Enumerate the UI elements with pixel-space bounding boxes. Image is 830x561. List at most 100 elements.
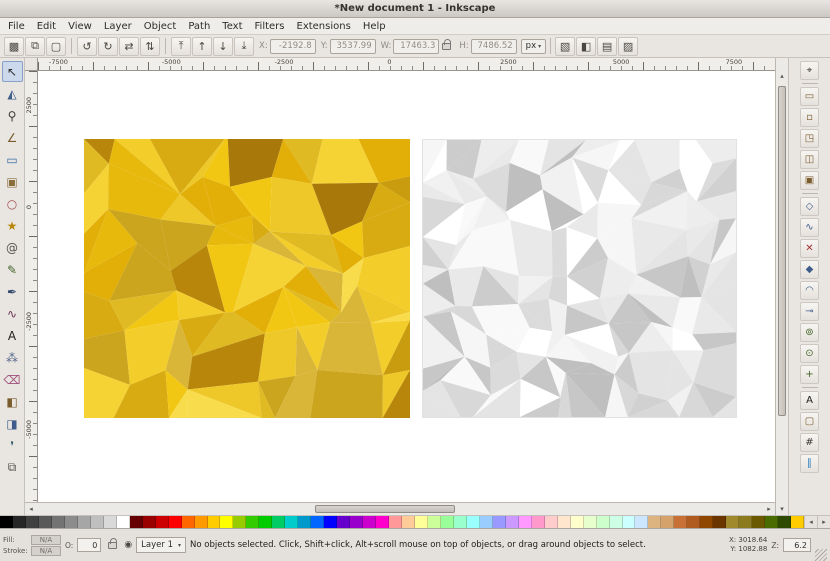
layer-visibility-icon[interactable]: ◉ (124, 540, 132, 550)
transform-gradients-toggle[interactable]: ▤ (597, 36, 618, 56)
lock-ratio-icon[interactable] (442, 38, 452, 50)
zoom-tool[interactable]: ⚲ (2, 105, 23, 126)
palette-swatch[interactable] (246, 516, 260, 528)
snap-text-baseline-button[interactable]: A (800, 391, 819, 410)
units-dropdown[interactable]: px ▾ (520, 38, 547, 54)
snap-enable-button[interactable]: ⌖ (800, 61, 819, 80)
palette-swatch[interactable] (51, 516, 65, 528)
palette-swatch[interactable] (415, 516, 428, 528)
scroll-left-icon[interactable]: ◂ (25, 505, 37, 513)
layer-lock-icon[interactable] (108, 537, 118, 549)
palette-swatch[interactable] (752, 516, 766, 528)
menu-view[interactable]: View (62, 20, 98, 33)
menu-edit[interactable]: Edit (31, 20, 62, 33)
raise-to-top-button[interactable]: ⤒ (171, 36, 191, 56)
palette-swatch[interactable] (505, 516, 519, 528)
palette-swatch[interactable] (116, 516, 130, 528)
white-lowpoly-image[interactable] (422, 139, 737, 418)
box-3d-tool[interactable]: ▣ (2, 171, 23, 192)
snap-bbox-button[interactable]: ▭ (800, 87, 819, 106)
palette-swatch[interactable] (233, 516, 247, 528)
height-field[interactable]: 7486.52 (470, 38, 517, 54)
scroll-up-icon[interactable]: ▴ (776, 72, 788, 80)
palette-swatch[interactable] (544, 516, 558, 528)
x-field[interactable]: -2192.8 (269, 38, 316, 54)
rotate-cw-button[interactable]: ↻ (98, 36, 118, 56)
palette-swatch[interactable] (557, 516, 571, 528)
palette-swatch[interactable] (25, 516, 39, 528)
palette-swatch[interactable] (389, 516, 403, 528)
connector-tool[interactable]: ⧉ (2, 457, 23, 478)
palette-scroll-right-icon[interactable]: ▸ (817, 516, 830, 528)
palette-swatch[interactable] (570, 516, 584, 528)
palette-swatch[interactable] (661, 516, 675, 528)
palette-swatch[interactable] (220, 516, 234, 528)
palette-swatch[interactable] (518, 516, 532, 528)
palette-swatch[interactable] (440, 516, 454, 528)
gradient-tool[interactable]: ◨ (2, 413, 23, 434)
palette-swatch[interactable] (596, 516, 610, 528)
scroll-right-icon[interactable]: ▸ (763, 505, 775, 513)
fill-value[interactable]: N/A (31, 534, 61, 545)
node-tool[interactable]: ◭ (2, 83, 23, 104)
snap-guides-button[interactable]: ∥ (800, 454, 819, 473)
stroke-value[interactable]: N/A (31, 545, 61, 556)
palette-swatch[interactable] (64, 516, 78, 528)
rectangle-tool[interactable]: ▭ (2, 149, 23, 170)
palette-swatch[interactable] (765, 516, 779, 528)
palette-swatch[interactable] (285, 516, 299, 528)
palette-swatch[interactable] (492, 516, 506, 528)
spiral-tool[interactable]: @ (2, 237, 23, 258)
palette-swatch[interactable] (531, 516, 545, 528)
vertical-scroll-thumb[interactable] (778, 86, 786, 416)
palette-swatch[interactable] (337, 516, 351, 528)
palette-swatch[interactable] (12, 516, 26, 528)
palette-swatch[interactable] (479, 516, 493, 528)
palette-swatch[interactable] (622, 516, 636, 528)
opacity-input[interactable]: 0 (77, 538, 102, 552)
pen-tool[interactable]: ✒ (2, 281, 23, 302)
raise-button[interactable]: ↑ (192, 36, 212, 56)
palette-swatch[interactable] (635, 516, 649, 528)
menu-extensions[interactable]: Extensions (291, 20, 357, 33)
palette-swatch[interactable] (194, 516, 208, 528)
palette-swatch[interactable] (376, 516, 390, 528)
palette-swatch[interactable] (168, 516, 182, 528)
snap-rotation-centers-button[interactable]: + (800, 365, 819, 384)
scale-stroke-toggle[interactable]: ▧ (555, 36, 576, 56)
palette-swatch[interactable] (181, 516, 195, 528)
fill-tool[interactable]: ◧ (2, 391, 23, 412)
snap-nodes-button[interactable]: ◇ (800, 197, 819, 216)
select-all-button[interactable]: ▩ (4, 36, 24, 56)
palette-swatch[interactable] (103, 516, 117, 528)
palette-swatch[interactable] (363, 516, 377, 528)
palette-swatch[interactable] (38, 516, 52, 528)
palette-swatch[interactable] (726, 516, 740, 528)
transform-patterns-toggle[interactable]: ▨ (618, 36, 639, 56)
snap-line-midpoints-button[interactable]: ⊸ (800, 302, 819, 321)
canvas[interactable] (38, 71, 775, 502)
palette-swatch[interactable] (700, 516, 714, 528)
palette-swatch[interactable] (129, 516, 143, 528)
menu-layer[interactable]: Layer (98, 20, 138, 33)
palette-swatch[interactable] (298, 516, 312, 528)
yellow-crystallize-image[interactable] (84, 139, 410, 418)
palette-swatch[interactable] (350, 516, 364, 528)
palette-swatch[interactable] (259, 516, 273, 528)
vertical-scrollbar[interactable]: ▴ ▾ (775, 58, 788, 515)
palette-swatch[interactable] (427, 516, 441, 528)
lower-button[interactable]: ↓ (213, 36, 233, 56)
snap-cusp-nodes-button[interactable]: ◆ (800, 260, 819, 279)
flip-horizontal-button[interactable]: ⇄ (119, 36, 139, 56)
menu-filters[interactable]: Filters (249, 20, 291, 33)
snap-paths-button[interactable]: ∿ (800, 218, 819, 237)
snap-bbox-edges-button[interactable]: ▫ (800, 108, 819, 127)
palette-swatch[interactable] (791, 516, 805, 528)
star-tool[interactable]: ★ (2, 215, 23, 236)
palette-swatch[interactable] (324, 516, 338, 528)
ellipse-tool[interactable]: ○ (2, 193, 23, 214)
text-tool[interactable]: A (2, 325, 23, 346)
menu-help[interactable]: Help (357, 20, 392, 33)
rotate-ccw-button[interactable]: ↺ (77, 36, 97, 56)
palette-swatch[interactable] (402, 516, 415, 528)
